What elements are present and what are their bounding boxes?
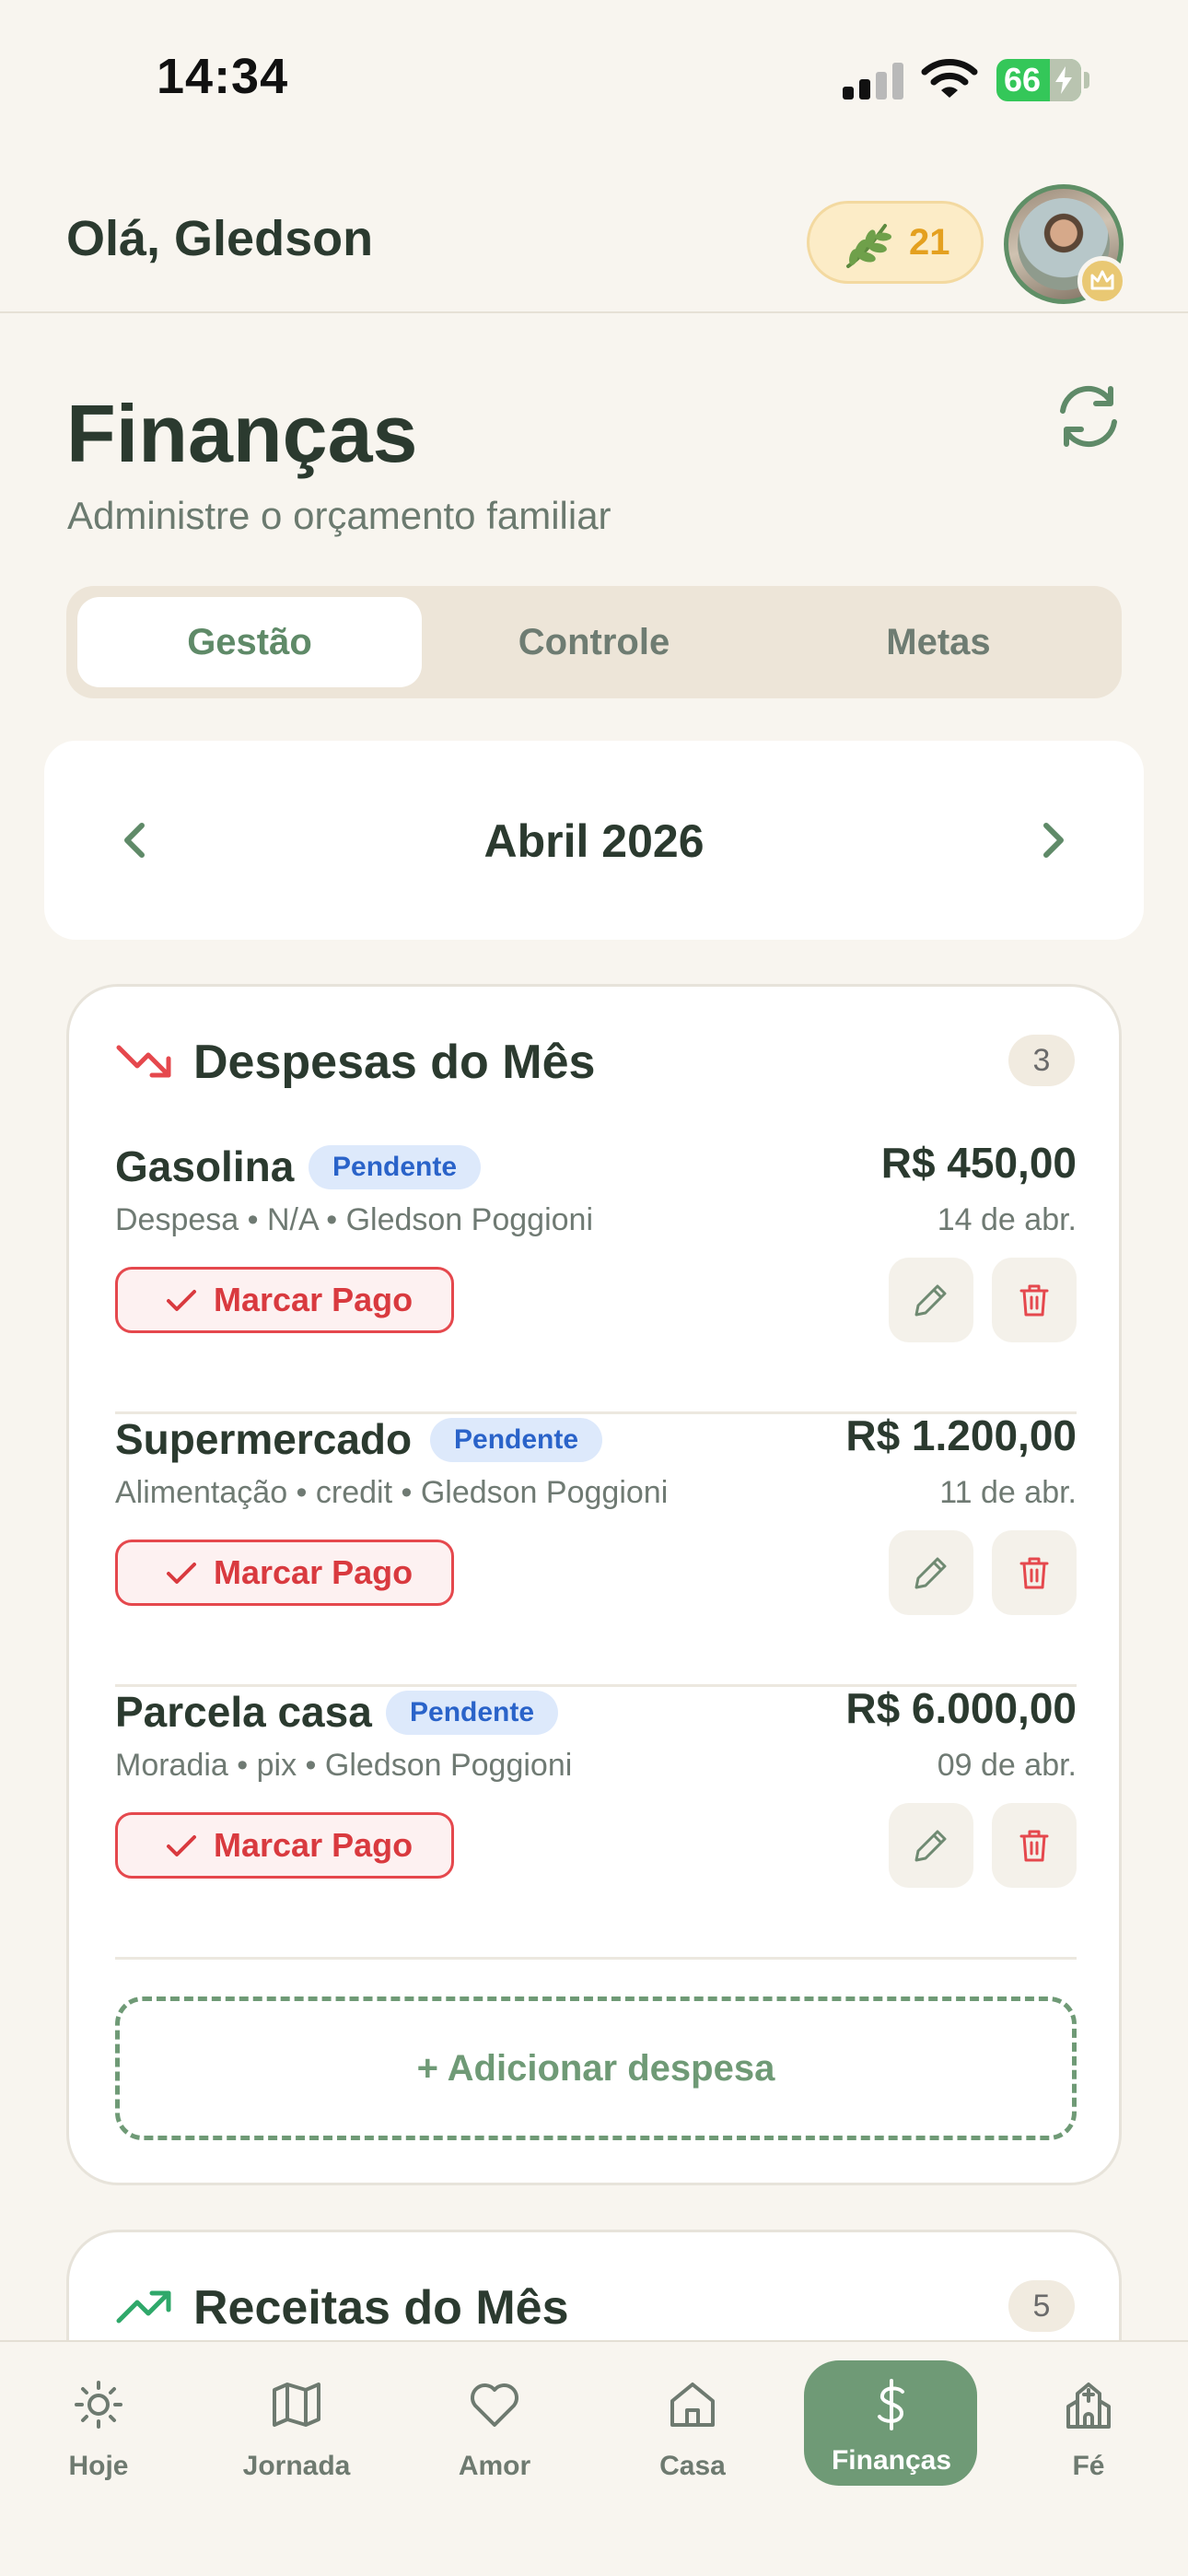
expenses-card: Despesas do Mês 3 Gasolina Pendente Desp… bbox=[66, 984, 1122, 2185]
mark-paid-button[interactable]: Marcar Pago bbox=[115, 1540, 454, 1606]
delete-button[interactable] bbox=[992, 1803, 1077, 1888]
expense-date: 11 de abr. bbox=[939, 1475, 1077, 1510]
income-title: Receitas do Mês bbox=[193, 2281, 569, 2335]
month-selector: Abril 2026 bbox=[44, 741, 1144, 940]
delete-button[interactable] bbox=[992, 1258, 1077, 1342]
church-icon bbox=[1066, 2383, 1111, 2429]
delete-button[interactable] bbox=[992, 1530, 1077, 1615]
mark-paid-label: Marcar Pago bbox=[214, 1826, 413, 1864]
page-title: Finanças bbox=[66, 388, 418, 479]
crown-icon bbox=[1077, 256, 1127, 306]
pencil-icon bbox=[914, 1284, 947, 1317]
sun-icon bbox=[75, 2381, 122, 2429]
income-count-badge: 5 bbox=[1008, 2280, 1075, 2332]
mark-paid-label: Marcar Pago bbox=[214, 1281, 413, 1318]
battery-icon: 66 bbox=[996, 59, 1081, 101]
trending-down-icon bbox=[116, 1045, 171, 1078]
nav-fe[interactable]: Fé bbox=[1001, 2373, 1176, 2502]
pencil-icon bbox=[914, 1557, 947, 1589]
expense-meta: Despesa • N/A • Gledson Poggioni bbox=[115, 1202, 593, 1237]
mark-paid-button[interactable]: Marcar Pago bbox=[115, 1812, 454, 1879]
nav-label: Fé bbox=[1072, 2451, 1105, 2481]
trash-icon bbox=[1019, 1557, 1049, 1589]
expense-item: Parcela casa Pendente Moradia • pix • Gl… bbox=[115, 1684, 1077, 1960]
refresh-icon[interactable] bbox=[1050, 378, 1127, 455]
add-expense-button[interactable]: + Adicionar despesa bbox=[115, 1996, 1077, 2140]
nav-jornada[interactable]: Jornada bbox=[209, 2373, 384, 2502]
nav-label: Amor bbox=[458, 2451, 531, 2481]
battery-level: 66 bbox=[1004, 61, 1042, 99]
check-icon bbox=[167, 1563, 196, 1584]
nav-label: Jornada bbox=[242, 2451, 351, 2481]
expense-date: 09 de abr. bbox=[937, 1748, 1077, 1783]
edit-button[interactable] bbox=[889, 1258, 973, 1342]
nav-casa[interactable]: Casa bbox=[605, 2373, 780, 2502]
nav-label: Hoje bbox=[68, 2451, 129, 2481]
finance-screen: 14:34 66 Olá, Gledson 21 Finanças Admini… bbox=[0, 0, 1188, 2576]
cellular-signal-icon bbox=[843, 63, 903, 100]
nav-amor[interactable]: Amor bbox=[407, 2373, 582, 2502]
segmented-tabs: Gestão Controle Metas bbox=[66, 586, 1122, 698]
wifi-icon bbox=[921, 59, 978, 98]
status-badge: Pendente bbox=[430, 1418, 603, 1462]
tab-metas[interactable]: Metas bbox=[766, 597, 1111, 687]
expenses-title: Despesas do Mês bbox=[193, 1036, 596, 1089]
streak-badge[interactable]: 21 bbox=[807, 201, 984, 284]
expense-amount: R$ 6.000,00 bbox=[845, 1684, 1077, 1732]
page-subtitle: Administre o orçamento familiar bbox=[67, 494, 611, 537]
expense-date: 14 de abr. bbox=[937, 1202, 1077, 1237]
heart-icon bbox=[471, 2383, 518, 2427]
nav-financas[interactable]: Finanças bbox=[804, 2360, 977, 2486]
tab-controle[interactable]: Controle bbox=[422, 597, 766, 687]
streak-count: 21 bbox=[909, 222, 950, 263]
expense-amount: R$ 450,00 bbox=[880, 1139, 1077, 1187]
dollar-icon bbox=[878, 2379, 904, 2430]
greeting: Olá, Gledson bbox=[66, 211, 374, 266]
status-bar: 14:34 66 bbox=[0, 0, 1188, 157]
expense-name: Parcela casa bbox=[115, 1688, 372, 1736]
trash-icon bbox=[1019, 1830, 1049, 1862]
bottom-nav: Hoje Jornada Amor Casa Finanças Fé bbox=[0, 2340, 1188, 2576]
trending-up-icon bbox=[116, 2290, 171, 2324]
expense-amount: R$ 1.200,00 bbox=[845, 1411, 1077, 1459]
expenses-count-badge: 3 bbox=[1008, 1035, 1075, 1086]
sprout-icon bbox=[846, 224, 891, 268]
edit-button[interactable] bbox=[889, 1803, 973, 1888]
mark-paid-label: Marcar Pago bbox=[214, 1553, 413, 1591]
check-icon bbox=[167, 1835, 196, 1856]
map-icon bbox=[273, 2383, 320, 2427]
expense-name: Gasolina bbox=[115, 1142, 295, 1190]
expense-meta: Moradia • pix • Gledson Poggioni bbox=[115, 1748, 573, 1783]
nav-hoje[interactable]: Hoje bbox=[11, 2373, 186, 2502]
status-time: 14:34 bbox=[157, 49, 289, 104]
status-badge: Pendente bbox=[386, 1691, 559, 1735]
nav-label: Casa bbox=[659, 2451, 726, 2481]
trash-icon bbox=[1019, 1284, 1049, 1317]
expense-name: Supermercado bbox=[115, 1415, 413, 1463]
expense-item: Supermercado Pendente Alimentação • cred… bbox=[115, 1411, 1077, 1687]
mark-paid-button[interactable]: Marcar Pago bbox=[115, 1267, 454, 1333]
tab-gestao[interactable]: Gestão bbox=[77, 597, 422, 687]
expense-item: Gasolina Pendente Despesa • N/A • Gledso… bbox=[115, 1139, 1077, 1414]
check-icon bbox=[167, 1290, 196, 1311]
status-badge: Pendente bbox=[309, 1145, 482, 1189]
chevron-right-icon[interactable] bbox=[1022, 811, 1081, 870]
expense-meta: Alimentação • credit • Gledson Poggioni bbox=[115, 1475, 669, 1510]
nav-label: Finanças bbox=[831, 2445, 952, 2476]
home-icon bbox=[670, 2383, 715, 2427]
pencil-icon bbox=[914, 1830, 947, 1862]
month-label: Abril 2026 bbox=[483, 815, 705, 867]
edit-button[interactable] bbox=[889, 1530, 973, 1615]
app-header: Olá, Gledson 21 bbox=[0, 157, 1188, 313]
